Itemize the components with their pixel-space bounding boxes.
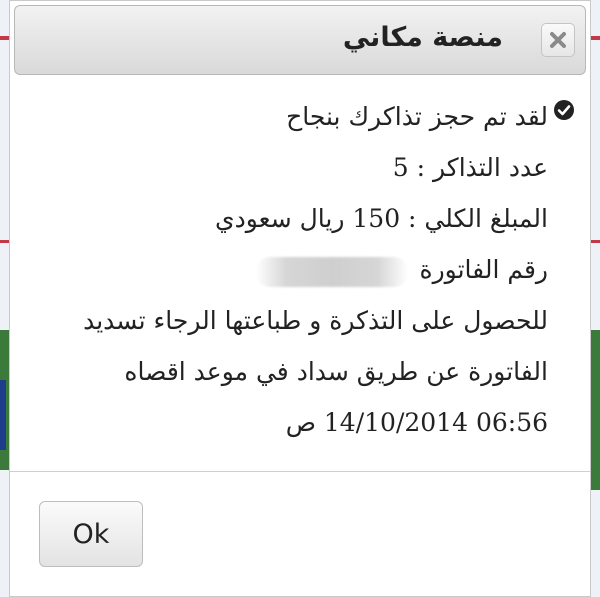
footer-divider xyxy=(10,471,590,472)
invoice-number-row: رقم الفاتورة xyxy=(28,250,548,301)
background-image-fragment xyxy=(0,380,6,450)
dialog-titlebar: منصة مكاني xyxy=(14,5,586,75)
invoice-number-label: رقم الفاتورة xyxy=(419,255,548,284)
total-amount: المبلغ الكلي : 150 ريال سعودي xyxy=(215,204,548,233)
check-circle-icon xyxy=(554,100,574,120)
close-icon xyxy=(550,32,566,48)
dialog-title: منصة مكاني xyxy=(342,22,503,53)
instruction-text: للحصول على التذكرة و طباعتها الرجاء تسدي… xyxy=(83,306,548,335)
close-button[interactable] xyxy=(541,23,575,57)
booking-confirmation-dialog: منصة مكاني لقد تم حجز تذاكرك بنجاح عدد ا… xyxy=(9,0,591,597)
dialog-message: لقد تم حجز تذاكرك بنجاح عدد التذاكر : 5 … xyxy=(28,97,574,454)
background-stripe xyxy=(590,240,600,243)
background-stripe xyxy=(590,36,600,40)
instruction-text: الفاتورة عن طريق سداد في موعد اقصاه xyxy=(124,357,548,386)
background-image-fragment xyxy=(590,330,600,490)
payment-deadline: 06:56 14/10/2014 ص xyxy=(285,408,548,437)
background-page-right xyxy=(590,0,600,597)
ticket-count: عدد التذاكر : 5 xyxy=(392,153,548,182)
redacted-invoice-number xyxy=(255,256,408,287)
success-message: لقد تم حجز تذاكرك بنجاح xyxy=(286,102,548,131)
ok-button[interactable]: Ok xyxy=(39,501,143,567)
